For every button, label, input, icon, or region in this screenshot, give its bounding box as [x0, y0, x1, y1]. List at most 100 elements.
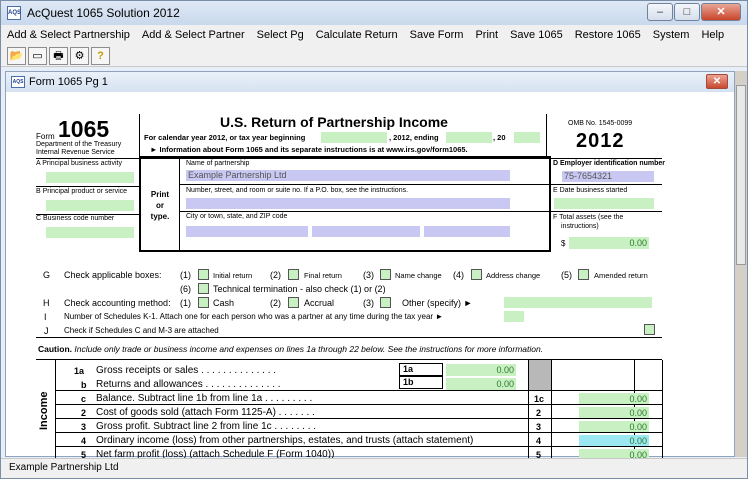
form-window-title: Form 1065 Pg 1 — [29, 76, 108, 88]
city-field[interactable] — [186, 226, 308, 237]
menu-restore-1065[interactable]: Restore 1065 — [569, 29, 647, 41]
principal-product-field[interactable] — [46, 200, 134, 211]
ein-field[interactable]: 75-7654321 — [562, 171, 654, 182]
schedules-c-m3-checkbox[interactable] — [644, 324, 655, 335]
line-5-field[interactable]: 0.00 — [579, 449, 649, 458]
label-c-business-code: C Business code number — [36, 215, 115, 222]
menu-help[interactable]: Help — [695, 29, 730, 41]
zip-field[interactable] — [424, 226, 510, 237]
other-method-checkbox[interactable] — [380, 297, 391, 308]
business-code-field[interactable] — [46, 227, 134, 238]
tax-year-end-field[interactable] — [446, 132, 492, 143]
label-b-principal-product: B Principal product or service — [36, 188, 128, 195]
print-icon[interactable]: 🖶 — [49, 46, 68, 65]
line-1b-number: b — [81, 380, 87, 390]
total-assets-field[interactable]: 0.00 — [569, 237, 649, 249]
line-5-number: 5 — [81, 450, 87, 458]
app-window: AQS AcQuest 1065 Solution 2012 ‒ □ ✕ Add… — [0, 0, 748, 479]
caution-text: Include only trade or business income an… — [72, 344, 544, 354]
menu-select-pg[interactable]: Select Pg — [251, 29, 310, 41]
line-4-number: 4 — [81, 436, 87, 446]
state-field[interactable] — [312, 226, 420, 237]
label-a-principal-business: A Principal business activity — [36, 160, 122, 167]
accrual-label: Accrual — [304, 298, 335, 308]
g2-number: (2) — [270, 270, 281, 280]
menu-print[interactable]: Print — [469, 29, 504, 41]
label-g: G — [43, 270, 51, 280]
form-window: AQS Form 1065 Pg 1 ✕ Form 1065 Departmen… — [5, 71, 735, 458]
name-of-partnership-label: Name of partnership — [186, 160, 250, 167]
box-2: 2 — [536, 408, 542, 418]
g3-number: (3) — [363, 270, 374, 280]
form-window-close-button[interactable]: ✕ — [706, 74, 728, 89]
principal-business-field[interactable] — [46, 172, 134, 183]
line-3-number: 3 — [81, 422, 87, 432]
print-or-type-label: Print or type. — [150, 190, 170, 221]
h1-number: (1) — [180, 298, 191, 308]
menu-bar: Add & Select Partnership Add & Select Pa… — [1, 25, 747, 45]
app-title: AcQuest 1065 Solution 2012 — [27, 6, 180, 20]
cash-checkbox[interactable] — [198, 297, 209, 308]
h2-number: (2) — [270, 298, 281, 308]
tools-icon[interactable]: ⚙ — [70, 46, 89, 65]
form-icon[interactable]: ▭ — [28, 46, 47, 65]
final-return-checkbox[interactable] — [288, 269, 299, 280]
menu-calculate-return[interactable]: Calculate Return — [310, 29, 404, 41]
line-1b-field[interactable]: 0.00 — [446, 378, 516, 390]
initial-return-label: Initial return — [213, 271, 253, 280]
label-i: I — [44, 312, 47, 322]
tax-year-20-label: , 20 — [493, 133, 506, 142]
help-icon[interactable]: ? — [91, 46, 110, 65]
menu-add-select-partner[interactable]: Add & Select Partner — [136, 29, 251, 41]
street-address-field[interactable] — [186, 198, 510, 209]
menu-add-select-partnership[interactable]: Add & Select Partnership — [1, 29, 136, 41]
dept-line-1: Department of the Treasury — [36, 141, 122, 148]
tax-year-end-year-field[interactable] — [514, 132, 540, 143]
tax-year-begin-field[interactable] — [321, 132, 387, 143]
address-change-checkbox[interactable] — [471, 269, 482, 280]
open-icon[interactable]: 📂 — [7, 46, 26, 65]
tax-year-ending-label: , 2012, ending — [389, 133, 439, 142]
g4-number: (4) — [453, 270, 464, 280]
menu-system[interactable]: System — [647, 29, 696, 41]
income-side-label: Income — [38, 391, 50, 430]
box-3: 3 — [536, 422, 542, 432]
initial-return-checkbox[interactable] — [198, 269, 209, 280]
tax-year-display: 2012 — [576, 130, 625, 152]
other-method-field[interactable] — [504, 297, 652, 308]
g1-number: (1) — [180, 270, 191, 280]
tax-year-line-1: For calendar year 2012, or tax year begi… — [144, 133, 306, 142]
close-button[interactable]: ✕ — [701, 3, 741, 21]
line-3-label: Gross profit. Subtract line 2 from line … — [96, 421, 317, 432]
schedules-k1-field[interactable] — [504, 311, 524, 322]
technical-termination-label: Technical termination - also check (1) o… — [213, 284, 386, 294]
maximize-button[interactable]: □ — [674, 3, 700, 21]
line-1a-field[interactable]: 0.00 — [446, 364, 516, 376]
accrual-checkbox[interactable] — [288, 297, 299, 308]
line-1c-number: c — [81, 394, 87, 404]
caution-note: Caution. Include only trade or business … — [38, 344, 543, 354]
accounting-method-label: Check accounting method: — [64, 298, 171, 308]
final-return-label: Final return — [304, 271, 342, 280]
menu-save-form[interactable]: Save Form — [404, 29, 470, 41]
partnership-name-field[interactable]: Example Partnership Ltd — [186, 170, 510, 181]
form-window-icon: AQS — [11, 76, 25, 88]
caution-bold: Caution. — [38, 344, 72, 354]
amended-return-checkbox[interactable] — [578, 269, 589, 280]
form-window-title-bar: AQS Form 1065 Pg 1 ✕ — [6, 72, 734, 92]
scrollbar-thumb[interactable] — [736, 85, 746, 265]
menu-save-1065[interactable]: Save 1065 — [504, 29, 569, 41]
shaded-area — [529, 360, 551, 390]
box-1c: 1c — [534, 394, 545, 404]
label-f-instructions: instructions) — [561, 223, 599, 230]
name-change-checkbox[interactable] — [380, 269, 391, 280]
vertical-scrollbar[interactable] — [735, 71, 747, 457]
date-started-field[interactable] — [554, 198, 654, 209]
label-e-date-started: E Date business started — [553, 187, 628, 194]
amended-return-label: Amended return — [594, 271, 648, 280]
minimize-button[interactable]: ‒ — [647, 3, 673, 21]
label-h: H — [43, 298, 50, 308]
check-applicable-label: Check applicable boxes: — [64, 270, 162, 280]
line-2-number: 2 — [81, 408, 87, 418]
technical-termination-checkbox[interactable] — [198, 283, 209, 294]
